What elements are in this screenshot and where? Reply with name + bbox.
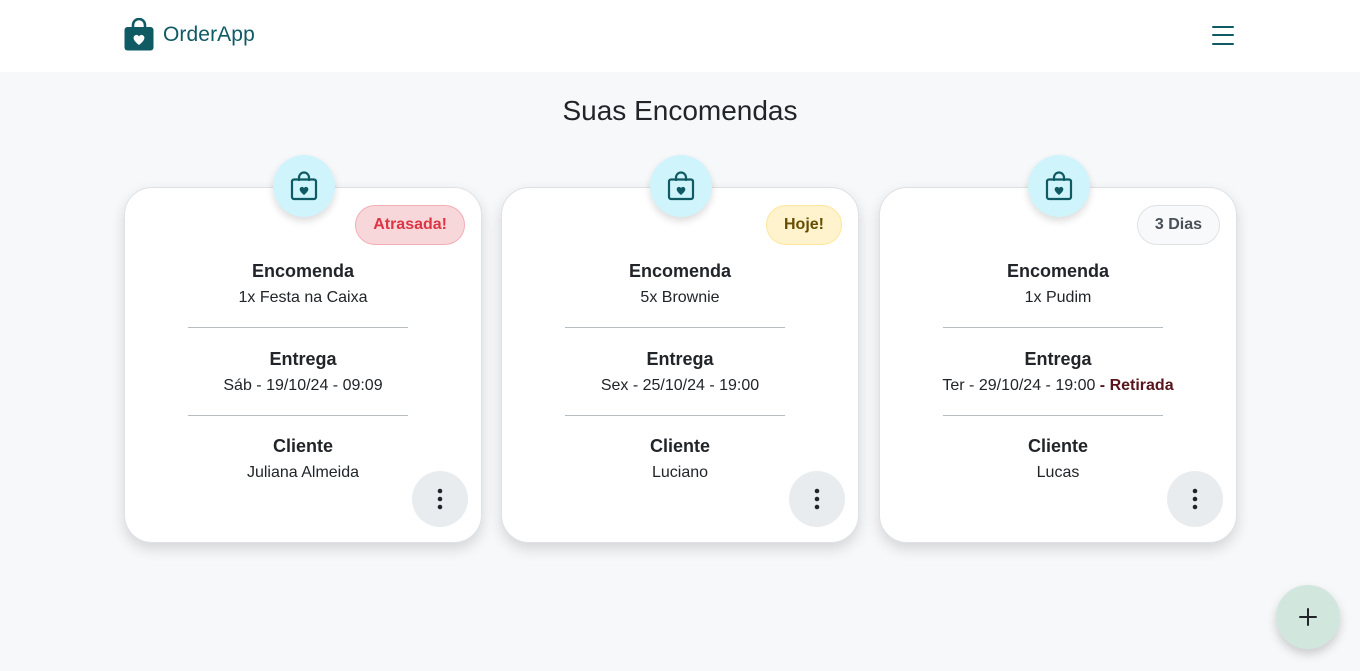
divider (565, 327, 785, 328)
divider (565, 415, 785, 416)
vertical-dots-icon (814, 488, 820, 510)
brand-link[interactable]: OrderApp (124, 18, 255, 51)
navbar: OrderApp (0, 0, 1360, 72)
order-card[interactable]: 3 Dias Encomenda 1x Pudim Entrega Ter - … (879, 155, 1237, 543)
order-label: Encomenda (1006, 261, 1110, 281)
delivery-datetime: Sáb - 19/10/24 - 09:09 (223, 377, 383, 394)
order-icon-circle (1028, 155, 1090, 217)
shopping-bag-heart-icon (1045, 171, 1073, 201)
shopping-bag-heart-icon (667, 171, 695, 201)
delivery-datetime-row: Ter - 29/10/24 - 19:00 - Retirada (880, 376, 1236, 396)
order-items: 5x Brownie (640, 289, 720, 306)
shopping-bag-heart-icon (290, 171, 318, 201)
hamburger-menu-icon[interactable] (1208, 21, 1238, 49)
delivery-section: Entrega Sex - 25/10/24 - 19:00 (502, 347, 858, 396)
order-items: 1x Festa na Caixa (238, 289, 368, 306)
client-label: Cliente (272, 436, 333, 456)
order-section: Encomenda 1x Festa na Caixa (125, 259, 481, 308)
order-icon-circle (650, 155, 712, 217)
shopping-bag-heart-icon (124, 18, 154, 51)
order-section: Encomenda 5x Brownie (502, 259, 858, 308)
brand-name: OrderApp (163, 22, 255, 46)
add-order-button[interactable] (1276, 585, 1340, 649)
delivery-label: Entrega (269, 349, 337, 369)
page-title: Suas Encomendas (562, 95, 798, 126)
order-options-button[interactable] (1167, 471, 1223, 527)
divider (188, 415, 408, 416)
status-badge: 3 Dias (1136, 205, 1220, 245)
delivery-datetime: Ter - 29/10/24 - 19:00 (942, 377, 1096, 394)
order-card[interactable]: Hoje! Encomenda 5x Brownie Entrega Sex -… (501, 155, 859, 543)
pickup-label: - Retirada (1095, 377, 1174, 394)
plus-icon (1299, 608, 1317, 626)
delivery-section: Entrega Ter - 29/10/24 - 19:00 - Retirad… (880, 347, 1236, 396)
client-label: Cliente (1027, 436, 1088, 456)
vertical-dots-icon (1192, 488, 1198, 510)
order-items: 1x Pudim (1024, 289, 1092, 306)
divider (943, 327, 1163, 328)
client-label: Cliente (649, 436, 710, 456)
delivery-datetime-row: Sáb - 19/10/24 - 09:09 (125, 376, 481, 396)
order-icon-circle (273, 155, 335, 217)
order-card[interactable]: Atrasada! Encomenda 1x Festa na Caixa En… (124, 155, 482, 543)
vertical-dots-icon (437, 488, 443, 510)
order-section: Encomenda 1x Pudim (880, 259, 1236, 308)
delivery-datetime-row: Sex - 25/10/24 - 19:00 (502, 376, 858, 396)
delivery-label: Entrega (646, 349, 714, 369)
delivery-datetime: Sex - 25/10/24 - 19:00 (600, 377, 760, 394)
order-label: Encomenda (251, 261, 355, 281)
order-options-button[interactable] (412, 471, 468, 527)
delivery-section: Entrega Sáb - 19/10/24 - 09:09 (125, 347, 481, 396)
delivery-label: Entrega (1024, 349, 1092, 369)
status-badge: Atrasada! (355, 205, 465, 245)
divider (188, 327, 408, 328)
status-badge: Hoje! (766, 205, 842, 245)
order-options-button[interactable] (789, 471, 845, 527)
order-label: Encomenda (628, 261, 732, 281)
divider (943, 415, 1163, 416)
